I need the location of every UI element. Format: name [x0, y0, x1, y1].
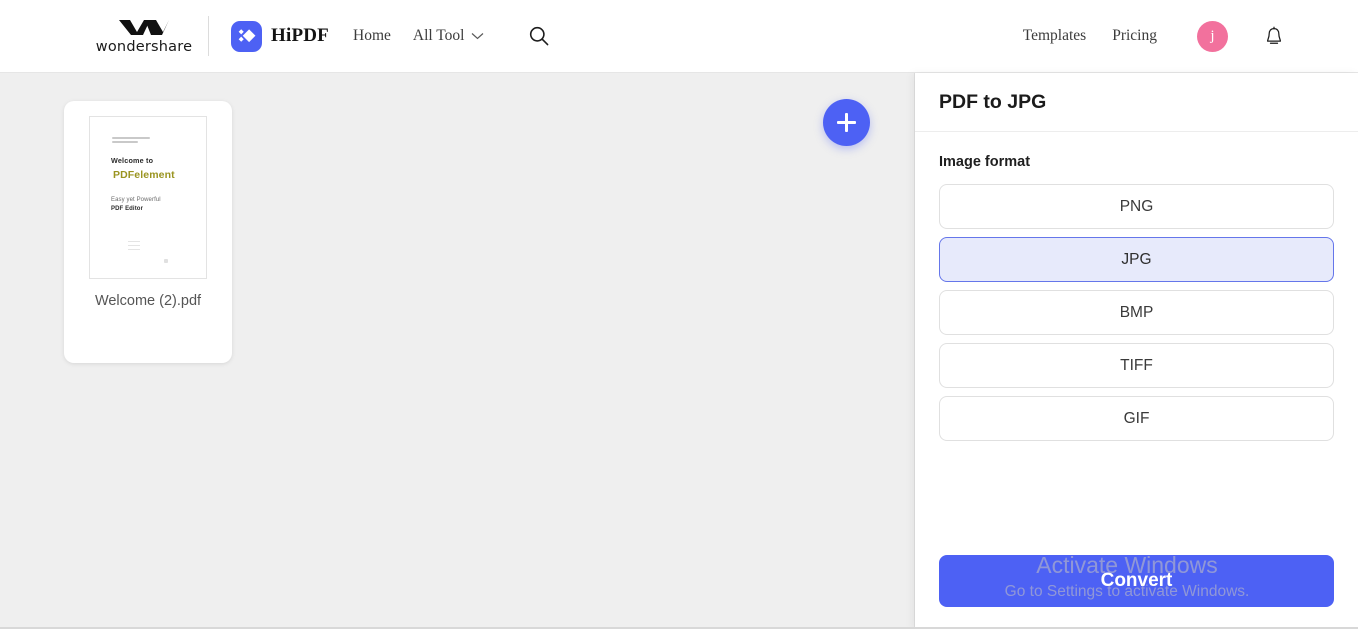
thumbnail-subtitle: Easy yet Powerful PDF Editor — [111, 196, 161, 215]
hipdf-diamond-glyph — [238, 28, 256, 42]
nav-home[interactable]: Home — [353, 27, 391, 45]
format-option-gif[interactable]: GIF — [939, 396, 1334, 441]
tool-options-panel: PDF to JPG Image format PNG JPG BMP TIFF… — [915, 73, 1358, 629]
hipdf-logo-icon[interactable] — [231, 20, 262, 52]
format-option-jpg[interactable]: JPG — [939, 237, 1334, 282]
main-nav: Home All Tool — [353, 23, 552, 49]
convert-button[interactable]: Convert — [939, 555, 1334, 607]
hipdf-app-window: wondershare HiPDF Home All Tool Template… — [0, 0, 1358, 629]
wondershare-wordmark: wondershare — [95, 38, 193, 55]
file-card[interactable]: Welcome to PDFelement Easy yet Powerful … — [64, 101, 232, 363]
header-divider — [208, 16, 209, 56]
panel-body: Image format PNG JPG BMP TIFF GIF — [915, 132, 1358, 555]
image-format-options: PNG JPG BMP TIFF GIF — [939, 184, 1334, 441]
nav-all-tool-label: All Tool — [412, 27, 465, 44]
wondershare-logo-icon — [119, 19, 169, 35]
thumbnail-body-lines — [128, 241, 140, 253]
hipdf-wordmark[interactable]: HiPDF — [271, 25, 329, 47]
file-workspace: Welcome to PDFelement Easy yet Powerful … — [0, 73, 915, 629]
nav-templates-label: Templates — [1022, 27, 1087, 44]
add-file-button[interactable] — [823, 99, 870, 146]
thumbnail-welcome-text: Welcome to — [111, 156, 154, 165]
search-button[interactable] — [526, 23, 552, 49]
panel-title: PDF to JPG — [915, 73, 1358, 132]
nav-all-tool[interactable]: All Tool — [413, 27, 485, 45]
format-option-tiff[interactable]: TIFF — [939, 343, 1334, 388]
notification-bell-icon — [1266, 26, 1282, 44]
image-format-label: Image format — [939, 154, 1031, 170]
panel-footer: Convert — [915, 555, 1358, 629]
pdf-thumbnail: Welcome to PDFelement Easy yet Powerful … — [89, 116, 207, 279]
chevron-down-icon — [472, 33, 484, 40]
format-option-bmp[interactable]: BMP — [939, 290, 1334, 335]
body-area: Welcome to PDFelement Easy yet Powerful … — [0, 73, 1358, 629]
wondershare-brand[interactable]: wondershare — [96, 18, 192, 55]
avatar-initial: j — [1210, 27, 1215, 44]
nav-pricing-label: Pricing — [1112, 27, 1157, 44]
user-avatar[interactable]: j — [1197, 20, 1228, 52]
search-icon — [530, 26, 549, 46]
top-header: wondershare HiPDF Home All Tool Template… — [0, 0, 1358, 73]
format-option-png[interactable]: PNG — [939, 184, 1334, 229]
header-right-area: Templates Pricing j — [1023, 20, 1286, 52]
thumbnail-subtitle-bottom: PDF Editor — [111, 206, 143, 213]
thumbnail-header-lines — [112, 137, 152, 145]
nav-pricing[interactable]: Pricing — [1112, 27, 1157, 45]
notifications-button[interactable] — [1262, 24, 1286, 48]
thumbnail-product-title: PDFelement — [113, 169, 175, 181]
nav-templates[interactable]: Templates — [1023, 27, 1086, 45]
thumbnail-subtitle-top: Easy yet Powerful — [111, 197, 161, 203]
file-name-label: Welcome (2).pdf — [94, 293, 202, 309]
thumbnail-mark — [164, 259, 168, 263]
nav-home-label: Home — [353, 27, 391, 44]
